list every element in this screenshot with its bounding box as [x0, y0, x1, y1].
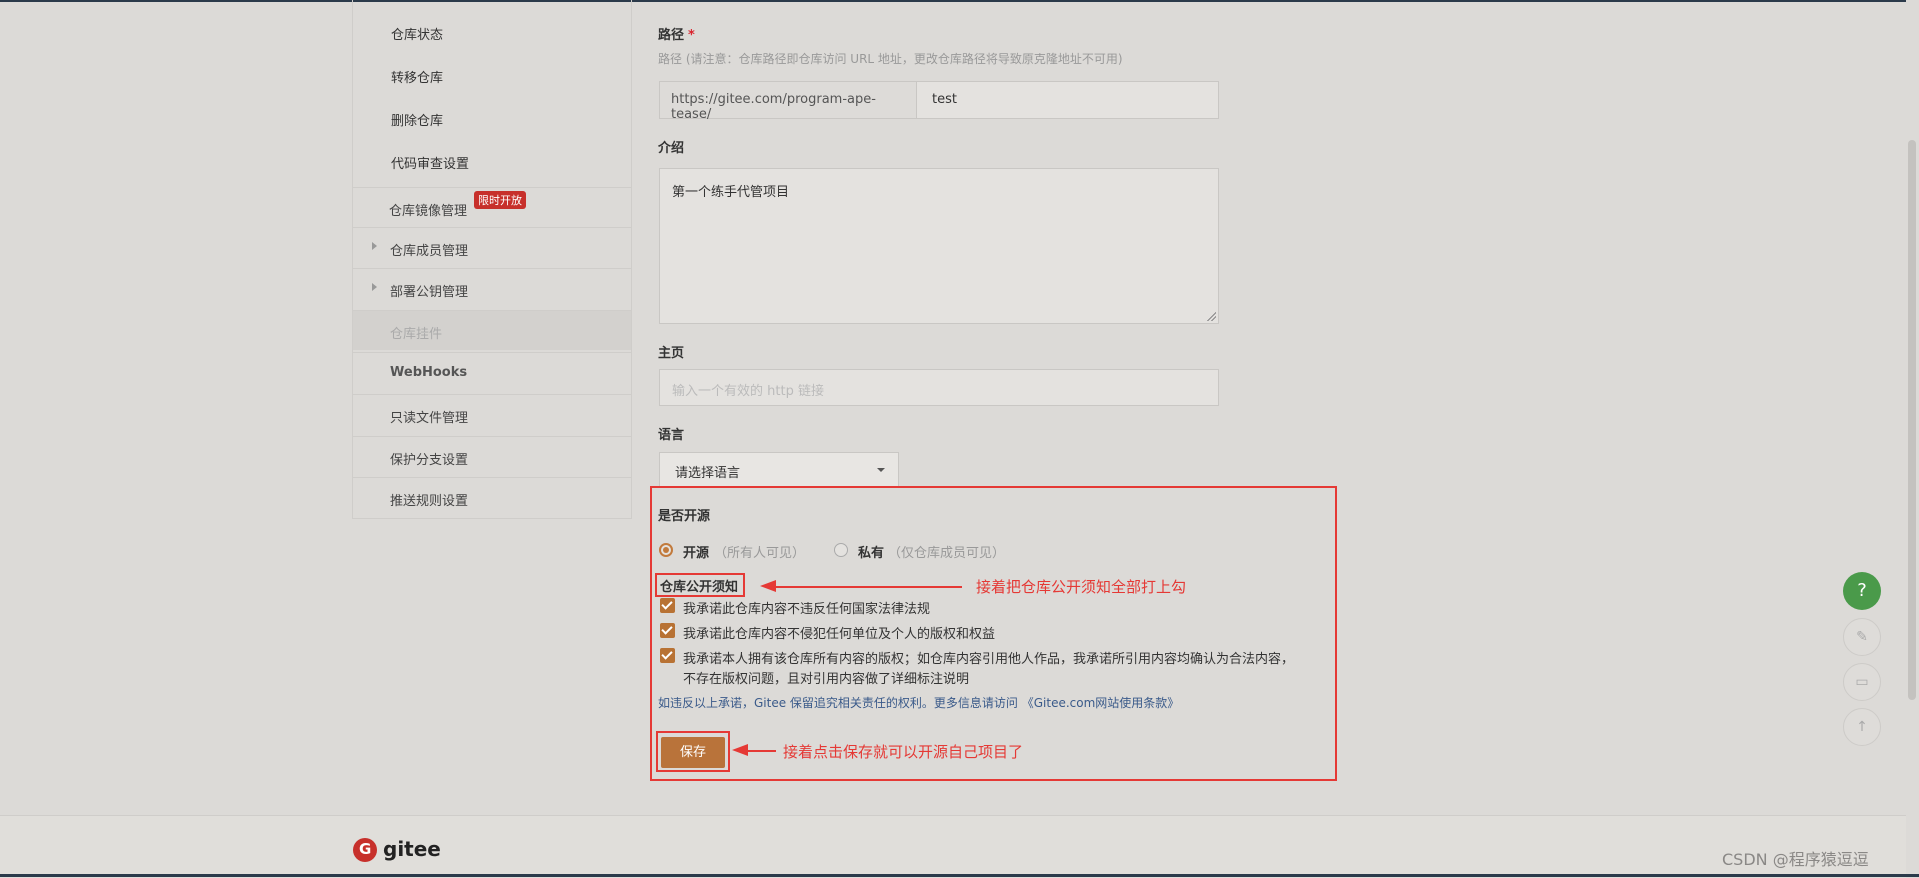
- back-to-top-button[interactable]: ↑: [1843, 708, 1881, 746]
- sidebar-item-widgets[interactable]: 仓库挂件: [353, 310, 631, 350]
- sidebar-item-repo-status[interactable]: 仓库状态: [391, 24, 443, 43]
- scrollbar-thumb[interactable]: [1908, 140, 1916, 700]
- save-button[interactable]: 保存: [661, 737, 725, 768]
- arrow-left-icon: [760, 580, 776, 592]
- annotation-click-save: 接着点击保存就可以开源自己项目了: [783, 743, 1024, 761]
- path-label-text: 路径: [658, 28, 685, 43]
- top-border: [0, 0, 1919, 2]
- help-button[interactable]: ?: [1843, 572, 1881, 610]
- sidebar-item-label: 推送规则设置: [390, 494, 469, 509]
- language-select[interactable]: 请选择语言: [659, 452, 899, 487]
- pledge-checkbox-3[interactable]: [660, 648, 675, 663]
- path-input[interactable]: test: [916, 81, 1219, 119]
- csdn-watermark: CSDN @程序猿逗逗: [1722, 850, 1869, 869]
- sidebar-item-label: WebHooks: [390, 365, 468, 380]
- intro-label: 介绍: [658, 141, 685, 156]
- terms-warning[interactable]: 如违反以上承诺，Gitee 保留追究相关责任的权利。更多信息请访问 《Gitee…: [658, 694, 1179, 711]
- pledge-label-3: 我承诺本人拥有该仓库所有内容的版权；如仓库内容引用他人作品，我承诺所引用内容均确…: [683, 652, 1295, 667]
- sidebar-item-label: 只读文件管理: [390, 411, 469, 426]
- comment-icon: ▭: [1855, 674, 1869, 690]
- sidebar-item-label: 仓库成员管理: [390, 244, 469, 259]
- open-source-label: 是否开源: [658, 509, 711, 524]
- sidebar-item-webhooks[interactable]: WebHooks: [353, 352, 631, 392]
- sidebar-item-deploy-keys[interactable]: 部署公钥管理: [353, 268, 631, 308]
- intro-text: 第一个练手代管项目: [672, 185, 790, 200]
- radio-open-desc: （所有人可见）: [714, 546, 806, 561]
- notice-label: 仓库公开须知: [660, 580, 739, 595]
- pledge-label-1: 我承诺此仓库内容不违反任何国家法律法规: [683, 602, 931, 617]
- pledge-label-2: 我承诺此仓库内容不侵犯任何单位及个人的版权和权益: [683, 627, 996, 642]
- annotation-arrow-line: [776, 586, 962, 588]
- radio-open-source[interactable]: [659, 543, 673, 557]
- annotation-check-all: 接着把仓库公开须知全部打上勾: [976, 578, 1187, 596]
- intro-textarea[interactable]: 第一个练手代管项目: [659, 168, 1219, 324]
- sidebar-item-label: 仓库镜像管理: [389, 204, 468, 219]
- chevron-down-icon: [877, 468, 885, 472]
- caret-right-icon: [372, 283, 377, 291]
- radio-open-label[interactable]: 开源: [683, 542, 709, 561]
- pledge-checkbox-1[interactable]: [660, 598, 675, 613]
- sidebar-item-protected-branches[interactable]: 保护分支设置: [353, 436, 631, 476]
- homepage-input[interactable]: 输入一个有效的 http 链接: [659, 369, 1219, 406]
- gitee-logo-icon[interactable]: [353, 838, 377, 862]
- caret-right-icon: [372, 242, 377, 250]
- edit-icon: ✎: [1856, 629, 1868, 645]
- path-prefix: https://gitee.com/program-ape-tease/: [659, 81, 916, 122]
- language-label: 语言: [658, 428, 685, 443]
- sidebar-item-transfer-repo[interactable]: 转移仓库: [391, 67, 443, 86]
- sidebar-item-members[interactable]: 仓库成员管理: [353, 227, 631, 267]
- feedback-button[interactable]: ✎: [1843, 618, 1881, 656]
- arrow-left-icon: [732, 744, 748, 756]
- sidebar-item-push-rules[interactable]: 推送规则设置: [353, 477, 631, 517]
- annotation-arrow-line: [748, 750, 776, 752]
- footer: [0, 815, 1906, 878]
- limited-badge: 限时开放: [474, 191, 526, 209]
- radio-private[interactable]: [834, 543, 848, 557]
- required-mark: *: [688, 28, 695, 43]
- pledge-label-3-cont: 不存在版权问题，且对引用内容做了详细标注说明: [683, 672, 970, 687]
- sidebar-item-delete-repo[interactable]: 删除仓库: [391, 110, 443, 129]
- comment-button[interactable]: ▭: [1843, 663, 1881, 701]
- settings-sidebar: 仓库状态 转移仓库 删除仓库 代码审查设置 仓库镜像管理 限时开放 仓库成员管理…: [352, 0, 632, 519]
- radio-private-label[interactable]: 私有: [858, 542, 884, 561]
- pledge-checkbox-2[interactable]: [660, 623, 675, 638]
- sidebar-item-label: 保护分支设置: [390, 453, 469, 468]
- path-label: 路径 *: [658, 24, 695, 43]
- radio-private-desc: （仅仓库成员可见）: [888, 546, 1006, 561]
- resize-handle-icon[interactable]: [1206, 311, 1216, 321]
- sidebar-item-code-review[interactable]: 代码审查设置: [391, 153, 469, 172]
- homepage-label: 主页: [658, 346, 685, 361]
- sidebar-item-readonly-files[interactable]: 只读文件管理: [353, 394, 631, 434]
- sidebar-item-mirror[interactable]: 仓库镜像管理 限时开放: [353, 187, 631, 227]
- path-hint: 路径 (请注意：仓库路径即仓库访问 URL 地址，更改仓库路径将导致原克隆地址不…: [658, 52, 1123, 66]
- language-value: 请选择语言: [675, 466, 741, 481]
- sidebar-item-label: 仓库挂件: [390, 327, 443, 342]
- gitee-logo-text[interactable]: gitee: [383, 837, 441, 861]
- sidebar-item-label: 部署公钥管理: [390, 285, 469, 300]
- arrow-up-icon: ↑: [1856, 719, 1868, 735]
